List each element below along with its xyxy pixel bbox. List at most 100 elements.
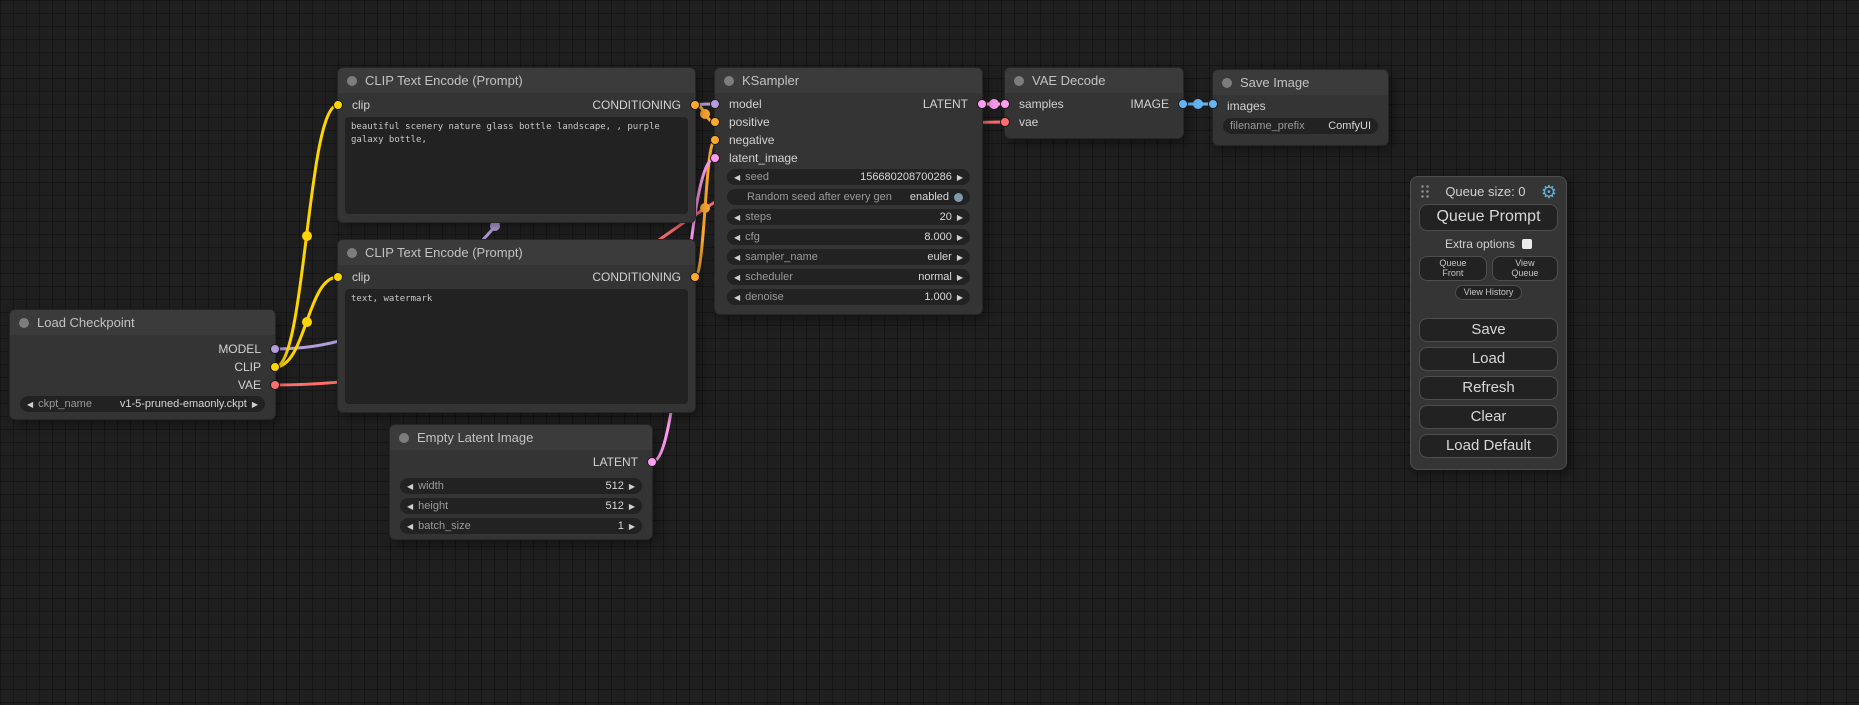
decrement-arrow-icon[interactable]: ◀ <box>734 253 740 262</box>
widget-label: seed <box>745 171 855 183</box>
node-title: Load Checkpoint <box>37 315 135 330</box>
node-header[interactable]: KSampler <box>715 68 982 93</box>
node-clip-text-encode-positive[interactable]: CLIP Text Encode (Prompt) clip CONDITION… <box>338 68 695 222</box>
increment-arrow-icon[interactable]: ▶ <box>957 273 963 282</box>
wire-dot-conditioning-positive[interactable] <box>700 109 710 119</box>
widget-cfg[interactable]: ◀ cfg 8.000 ▶ <box>727 229 970 245</box>
increment-arrow-icon[interactable]: ▶ <box>629 482 635 491</box>
collapse-toggle-icon[interactable] <box>724 76 734 86</box>
settings-gear-icon[interactable]: ⚙ <box>1541 185 1557 199</box>
save-button[interactable]: Save <box>1419 318 1558 342</box>
node-save-image[interactable]: Save Image images filename_prefix ComfyU… <box>1213 70 1388 145</box>
collapse-toggle-icon[interactable] <box>1222 78 1232 88</box>
node-header[interactable]: VAE Decode <box>1005 68 1183 93</box>
widget-filename-prefix[interactable]: filename_prefix ComfyUI <box>1223 118 1378 134</box>
prompt-textarea[interactable]: text, watermark <box>345 289 688 404</box>
widget-seed[interactable]: ◀ seed 156680208700286 ▶ <box>727 169 970 185</box>
widget-steps[interactable]: ◀ steps 20 ▶ <box>727 209 970 225</box>
output-port-image[interactable] <box>1178 99 1188 109</box>
collapse-toggle-icon[interactable] <box>347 248 357 258</box>
decrement-arrow-icon[interactable]: ◀ <box>407 522 413 531</box>
increment-arrow-icon[interactable]: ▶ <box>957 213 963 222</box>
input-port-clip[interactable] <box>333 272 343 282</box>
input-port-latent-image[interactable] <box>710 153 720 163</box>
node-load-checkpoint[interactable]: Load Checkpoint MODEL CLIP VAE ◀ ckpt_na… <box>10 310 275 419</box>
output-port-model[interactable] <box>270 344 280 354</box>
increment-arrow-icon[interactable]: ▶ <box>957 253 963 262</box>
extra-options-checkbox[interactable] <box>1522 239 1532 249</box>
increment-arrow-icon[interactable]: ▶ <box>252 400 258 409</box>
toggle-dot-icon[interactable] <box>954 193 963 202</box>
input-port-clip[interactable] <box>333 100 343 110</box>
widget-batch-size[interactable]: ◀ batch_size 1 ▶ <box>400 518 642 534</box>
decrement-arrow-icon[interactable]: ◀ <box>734 293 740 302</box>
node-graph-canvas[interactable]: Load Checkpoint MODEL CLIP VAE ◀ ckpt_na… <box>0 0 1859 705</box>
view-history-button[interactable]: View History <box>1455 285 1523 300</box>
decrement-arrow-icon[interactable]: ◀ <box>734 273 740 282</box>
output-port-vae[interactable] <box>270 380 280 390</box>
collapse-toggle-icon[interactable] <box>19 318 29 328</box>
widget-scheduler[interactable]: ◀ scheduler normal ▶ <box>727 269 970 285</box>
node-header[interactable]: CLIP Text Encode (Prompt) <box>338 68 695 93</box>
decrement-arrow-icon[interactable]: ◀ <box>734 213 740 222</box>
wire-dot-clip-positive[interactable] <box>302 231 312 241</box>
output-port-latent[interactable] <box>977 99 987 109</box>
wire-dot-latent-output[interactable] <box>989 99 999 109</box>
widget-label: height <box>418 500 600 512</box>
decrement-arrow-icon[interactable]: ◀ <box>407 502 413 511</box>
output-port-latent[interactable] <box>647 457 657 467</box>
collapse-toggle-icon[interactable] <box>399 433 409 443</box>
load-default-button[interactable]: Load Default <box>1419 434 1558 458</box>
node-header[interactable]: CLIP Text Encode (Prompt) <box>338 240 695 265</box>
output-port-clip[interactable] <box>270 362 280 372</box>
input-port-vae[interactable] <box>1000 117 1010 127</box>
input-port-positive[interactable] <box>710 117 720 127</box>
widget-width[interactable]: ◀ width 512 ▶ <box>400 478 642 494</box>
load-button[interactable]: Load <box>1419 347 1558 371</box>
increment-arrow-icon[interactable]: ▶ <box>629 522 635 531</box>
increment-arrow-icon[interactable]: ▶ <box>957 293 963 302</box>
widget-ckpt-name[interactable]: ◀ ckpt_name v1-5-pruned-emaonly.ckpt ▶ <box>20 396 265 412</box>
widget-height[interactable]: ◀ height 512 ▶ <box>400 498 642 514</box>
widget-value: 1.000 <box>924 291 952 303</box>
decrement-arrow-icon[interactable]: ◀ <box>407 482 413 491</box>
node-header[interactable]: Empty Latent Image <box>390 425 652 450</box>
widget-sampler-name[interactable]: ◀ sampler_name euler ▶ <box>727 249 970 265</box>
input-port-images[interactable] <box>1208 99 1218 109</box>
drag-handle-icon[interactable] <box>1420 184 1430 199</box>
widget-denoise[interactable]: ◀ denoise 1.000 ▶ <box>727 289 970 305</box>
node-title: CLIP Text Encode (Prompt) <box>365 73 523 88</box>
node-ksampler[interactable]: KSampler model LATENT positive negative … <box>715 68 982 314</box>
view-queue-button[interactable]: View Queue <box>1492 256 1558 281</box>
node-clip-text-encode-negative[interactable]: CLIP Text Encode (Prompt) clip CONDITION… <box>338 240 695 412</box>
queue-prompt-button[interactable]: Queue Prompt <box>1419 204 1558 231</box>
increment-arrow-icon[interactable]: ▶ <box>957 233 963 242</box>
queue-front-button[interactable]: Queue Front <box>1419 256 1487 281</box>
node-empty-latent-image[interactable]: Empty Latent Image LATENT ◀ width 512 ▶ … <box>390 425 652 539</box>
node-header[interactable]: Save Image <box>1213 70 1388 95</box>
wire-dot-image[interactable] <box>1193 99 1203 109</box>
widget-random-seed-toggle[interactable]: Random seed after every gen enabled <box>727 189 970 205</box>
input-port-samples[interactable] <box>1000 99 1010 109</box>
wire-dot-conditioning-negative[interactable] <box>700 203 710 213</box>
input-port-model[interactable] <box>710 99 720 109</box>
input-port-negative[interactable] <box>710 135 720 145</box>
wire-dot-model[interactable] <box>490 221 500 231</box>
node-vae-decode[interactable]: VAE Decode samples IMAGE vae <box>1005 68 1183 138</box>
decrement-arrow-icon[interactable]: ◀ <box>27 400 33 409</box>
prompt-textarea[interactable]: beautiful scenery nature glass bottle la… <box>345 117 688 214</box>
queue-menu-panel[interactable]: Queue size: 0 ⚙ Queue Prompt Extra optio… <box>1410 176 1567 470</box>
collapse-toggle-icon[interactable] <box>347 76 357 86</box>
node-header[interactable]: Load Checkpoint <box>10 310 275 335</box>
refresh-button[interactable]: Refresh <box>1419 376 1558 400</box>
widget-label: width <box>418 480 600 492</box>
increment-arrow-icon[interactable]: ▶ <box>957 173 963 182</box>
wire-dot-clip-negative[interactable] <box>302 317 312 327</box>
decrement-arrow-icon[interactable]: ◀ <box>734 173 740 182</box>
collapse-toggle-icon[interactable] <box>1014 76 1024 86</box>
decrement-arrow-icon[interactable]: ◀ <box>734 233 740 242</box>
output-port-conditioning[interactable] <box>690 272 700 282</box>
increment-arrow-icon[interactable]: ▶ <box>629 502 635 511</box>
clear-button[interactable]: Clear <box>1419 405 1558 429</box>
output-port-conditioning[interactable] <box>690 100 700 110</box>
